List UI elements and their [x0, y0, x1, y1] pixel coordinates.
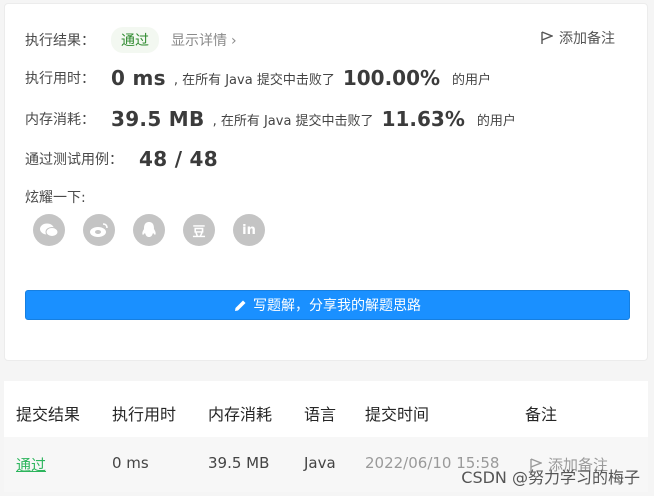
memory-tail: 的用户	[476, 113, 516, 129]
show-details-link[interactable]: 显示详情 ›	[171, 30, 237, 50]
show-details-label: 显示详情	[171, 33, 227, 49]
col-header-note: 备注	[525, 405, 558, 424]
flag-icon	[541, 31, 553, 44]
col-header-result: 提交结果	[16, 405, 81, 424]
row-memory: 39.5 MB	[208, 454, 270, 472]
row-runtime: 0 ms	[112, 454, 149, 472]
runtime-value: 0 ms	[111, 66, 166, 90]
tests-label: 通过测试用例：	[25, 152, 123, 168]
tests-row: 通过测试用例： 48 / 48	[25, 147, 218, 171]
share-label-row: 炫耀一下:	[25, 187, 86, 207]
add-note-button[interactable]: 添加备注	[541, 28, 615, 48]
row-result-link[interactable]: 通过	[16, 454, 46, 475]
memory-value: 39.5 MB	[111, 107, 205, 131]
row-language: Java	[304, 454, 336, 472]
col-header-time: 提交时间	[365, 405, 430, 424]
runtime-tail: 的用户	[452, 72, 492, 88]
col-header-language: 语言	[304, 405, 337, 424]
result-row: 执行结果： 通过 显示详情 ›	[25, 27, 237, 53]
memory-middle-text: , 在所有 Java 提交中击败了	[212, 113, 374, 129]
runtime-middle-text: , 在所有 Java 提交中击败了	[173, 72, 335, 88]
linkedin-icon[interactable]: in	[233, 214, 265, 246]
runtime-row: 执行用时： 0 ms , 在所有 Java 提交中击败了 100.00% 的用户	[25, 66, 491, 90]
douban-glyph: 豆	[192, 224, 206, 240]
runtime-percent: 100.00%	[342, 66, 441, 90]
share-label: 炫耀一下:	[25, 190, 86, 206]
memory-label: 内存消耗：	[25, 112, 95, 128]
memory-row: 内存消耗： 39.5 MB , 在所有 Java 提交中击败了 11.63% 的…	[25, 107, 516, 131]
result-label: 执行结果：	[25, 33, 95, 49]
col-header-memory: 内存消耗	[208, 405, 273, 424]
col-header-runtime: 执行用时	[112, 405, 177, 424]
share-icons: 豆 in	[33, 214, 283, 246]
write-solution-label: 写题解，分享我的解题思路	[253, 298, 421, 314]
pencil-icon	[235, 300, 246, 311]
watermark: CSDN @努力学习的梅子	[461, 468, 640, 487]
tests-value: 48 / 48	[139, 147, 218, 171]
douban-icon[interactable]: 豆	[183, 214, 215, 246]
write-solution-button[interactable]: 写题解，分享我的解题思路	[25, 290, 630, 320]
weibo-icon[interactable]	[83, 214, 115, 246]
qq-icon[interactable]	[133, 214, 165, 246]
memory-percent: 11.63%	[381, 107, 465, 131]
status-badge: 通过	[111, 27, 159, 53]
submission-result-card: 执行结果： 通过 显示详情 › 添加备注 执行用时： 0 ms , 在所有 Jav…	[4, 3, 648, 361]
linkedin-glyph: in	[242, 222, 256, 238]
chevron-right-icon: ›	[231, 33, 237, 49]
add-note-label: 添加备注	[559, 31, 615, 47]
runtime-label: 执行用时：	[25, 71, 95, 87]
wechat-icon[interactable]	[33, 214, 65, 246]
